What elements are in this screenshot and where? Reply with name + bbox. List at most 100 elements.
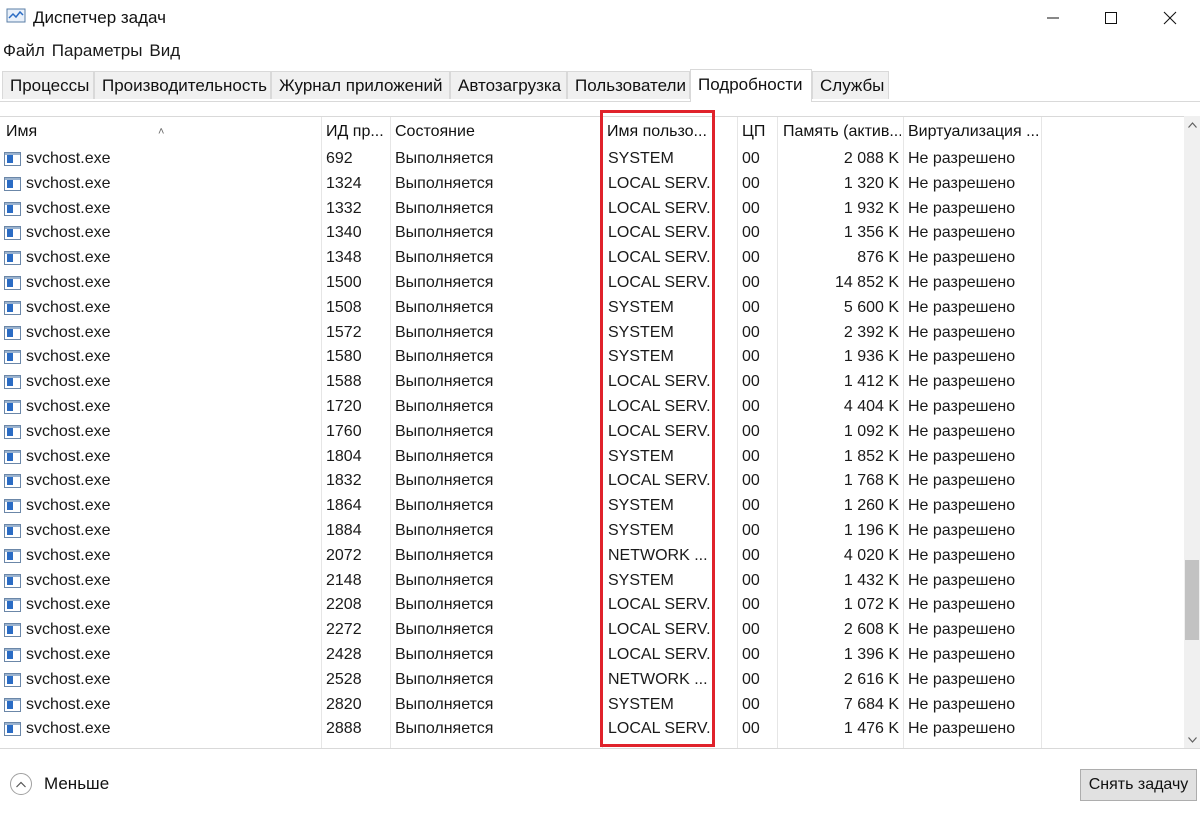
end-task-button[interactable]: Снять задачу: [1080, 769, 1197, 801]
table-row[interactable]: svchost.exe 1348 Выполняется LOCAL SERV... 0…: [0, 246, 1184, 271]
tab-app-history[interactable]: Журнал приложений: [271, 71, 450, 99]
table-row[interactable]: svchost.exe 1864 Выполняется SYSTEM 00 1 260 …: [0, 494, 1184, 519]
process-cpu: 00: [742, 596, 760, 614]
process-memory: 1 932 K: [843, 199, 899, 217]
process-name: svchost.exe: [26, 596, 111, 614]
chevron-up-icon: [1187, 121, 1197, 128]
process-virtualization: Не разрешено: [908, 174, 1016, 192]
table-row[interactable]: svchost.exe 1760 Выполняется LOCAL SERV... 0…: [0, 420, 1184, 445]
process-icon: [4, 499, 21, 514]
process-name: svchost.exe: [26, 621, 111, 639]
process-icon: [4, 375, 21, 390]
process-pid: 2072: [326, 546, 362, 564]
process-pid: 1340: [326, 224, 362, 242]
table-row[interactable]: svchost.exe 1580 Выполняется SYSTEM 00 1 936 …: [0, 345, 1184, 370]
process-icon: [4, 176, 21, 191]
process-icon: [4, 300, 21, 315]
column-header-cpu[interactable]: ЦП: [742, 117, 776, 147]
process-icon: [4, 275, 21, 290]
process-status: Выполняется: [395, 695, 494, 713]
scroll-thumb[interactable]: [1185, 560, 1199, 640]
column-header-virtualization[interactable]: Виртуализация ...: [908, 117, 1040, 147]
table-row[interactable]: svchost.exe 1832 Выполняется LOCAL SERV... 0…: [0, 469, 1184, 494]
scroll-down-button[interactable]: [1184, 731, 1200, 748]
details-table: Имя ˄ ИД пр... Состояние Имя пользо... Ц…: [0, 116, 1184, 749]
menu-file[interactable]: Файл: [0, 39, 49, 63]
table-row[interactable]: svchost.exe 2072 Выполняется NETWORK ... 00 4…: [0, 544, 1184, 569]
process-cpu: 00: [742, 720, 760, 738]
tab-processes[interactable]: Процессы: [2, 71, 94, 99]
column-header-memory[interactable]: Память (актив...: [783, 117, 901, 147]
table-row[interactable]: svchost.exe 1508 Выполняется SYSTEM 00 5 600 …: [0, 296, 1184, 321]
menu-parameters[interactable]: Параметры: [49, 39, 147, 63]
table-row[interactable]: svchost.exe 692 Выполняется SYSTEM 00 2 088 K…: [0, 147, 1184, 172]
close-button[interactable]: [1141, 0, 1199, 36]
table-row[interactable]: svchost.exe 1572 Выполняется SYSTEM 00 2 392 …: [0, 321, 1184, 346]
process-name: svchost.exe: [26, 224, 111, 242]
process-status: Выполняется: [395, 521, 494, 539]
process-virtualization: Не разрешено: [908, 497, 1016, 515]
scroll-up-button[interactable]: [1184, 116, 1200, 133]
process-cpu: 00: [742, 422, 760, 440]
process-cpu: 00: [742, 397, 760, 415]
table-row[interactable]: svchost.exe 1324 Выполняется LOCAL SERV... 0…: [0, 172, 1184, 197]
table-row[interactable]: svchost.exe 2428 Выполняется LOCAL SERV... 0…: [0, 643, 1184, 668]
process-name: svchost.exe: [26, 521, 111, 539]
process-icon: [4, 474, 21, 489]
process-cpu: 00: [742, 348, 760, 366]
table-row[interactable]: svchost.exe 2888 Выполняется LOCAL SERV... 0…: [0, 717, 1184, 742]
process-cpu: 00: [742, 497, 760, 515]
process-status: Выполняется: [395, 645, 494, 663]
tab-details[interactable]: Подробности: [690, 69, 812, 102]
process-virtualization: Не разрешено: [908, 273, 1016, 291]
tab-services[interactable]: Службы: [812, 71, 889, 99]
process-name: svchost.exe: [26, 150, 111, 167]
table-row[interactable]: svchost.exe 1804 Выполняется SYSTEM 00 1 852 …: [0, 445, 1184, 470]
column-header-status[interactable]: Состояние: [395, 117, 595, 147]
footer: Меньше Снять задачу: [0, 748, 1200, 813]
fewer-details-button[interactable]: Меньше: [10, 771, 109, 797]
table-row[interactable]: svchost.exe 1340 Выполняется LOCAL SERV... 0…: [0, 221, 1184, 246]
minimize-button[interactable]: [1024, 0, 1082, 36]
process-virtualization: Не разрешено: [908, 521, 1016, 539]
table-row[interactable]: svchost.exe 2272 Выполняется LOCAL SERV... 0…: [0, 618, 1184, 643]
process-memory: 4 020 K: [843, 546, 899, 564]
process-pid: 1720: [326, 397, 362, 415]
process-virtualization: Не разрешено: [908, 422, 1016, 440]
process-memory: 14 852 K: [834, 273, 899, 291]
process-name: svchost.exe: [26, 174, 111, 192]
process-icon: [4, 722, 21, 737]
process-cpu: 00: [742, 249, 760, 267]
process-icon: [4, 573, 21, 588]
column-header-name[interactable]: Имя ˄: [6, 117, 316, 147]
process-virtualization: Не разрешено: [908, 373, 1016, 391]
table-row[interactable]: svchost.exe 2820 Выполняется SYSTEM 00 7 684 …: [0, 693, 1184, 718]
table-row[interactable]: svchost.exe 2208 Выполняется LOCAL SERV... 0…: [0, 593, 1184, 618]
tab-startup[interactable]: Автозагрузка: [450, 71, 567, 99]
process-icon: [4, 251, 21, 266]
column-header-pid[interactable]: ИД пр...: [326, 117, 388, 147]
process-status: Выполняется: [395, 150, 494, 167]
process-name: svchost.exe: [26, 720, 111, 738]
maximize-button[interactable]: [1082, 0, 1140, 36]
process-name: svchost.exe: [26, 422, 111, 440]
table-row[interactable]: svchost.exe 2148 Выполняется SYSTEM 00 1 432 …: [0, 569, 1184, 594]
tab-users[interactable]: Пользователи: [567, 71, 690, 99]
process-pid: 1804: [326, 447, 362, 465]
table-row[interactable]: svchost.exe 1720 Выполняется LOCAL SERV... 0…: [0, 395, 1184, 420]
table-row[interactable]: svchost.exe 1332 Выполняется LOCAL SERV... 0…: [0, 197, 1184, 222]
tab-performance[interactable]: Производительность: [94, 71, 271, 99]
process-status: Выполняется: [395, 596, 494, 614]
table-row[interactable]: svchost.exe 1884 Выполняется SYSTEM 00 1 196 …: [0, 519, 1184, 544]
process-memory: 876 K: [857, 249, 899, 267]
table-row[interactable]: svchost.exe 1588 Выполняется LOCAL SERV... 0…: [0, 370, 1184, 395]
table-row[interactable]: svchost.exe 2528 Выполняется NETWORK ... 00 2…: [0, 668, 1184, 693]
process-pid: 1348: [326, 249, 362, 267]
menu-view[interactable]: Вид: [146, 39, 184, 63]
vertical-scrollbar[interactable]: [1184, 116, 1200, 748]
table-row[interactable]: svchost.exe 1500 Выполняется LOCAL SERV... 0…: [0, 271, 1184, 296]
process-memory: 1 852 K: [843, 447, 899, 465]
process-memory: 1 196 K: [843, 521, 899, 539]
process-virtualization: Не разрешено: [908, 596, 1016, 614]
process-name: svchost.exe: [26, 695, 111, 713]
